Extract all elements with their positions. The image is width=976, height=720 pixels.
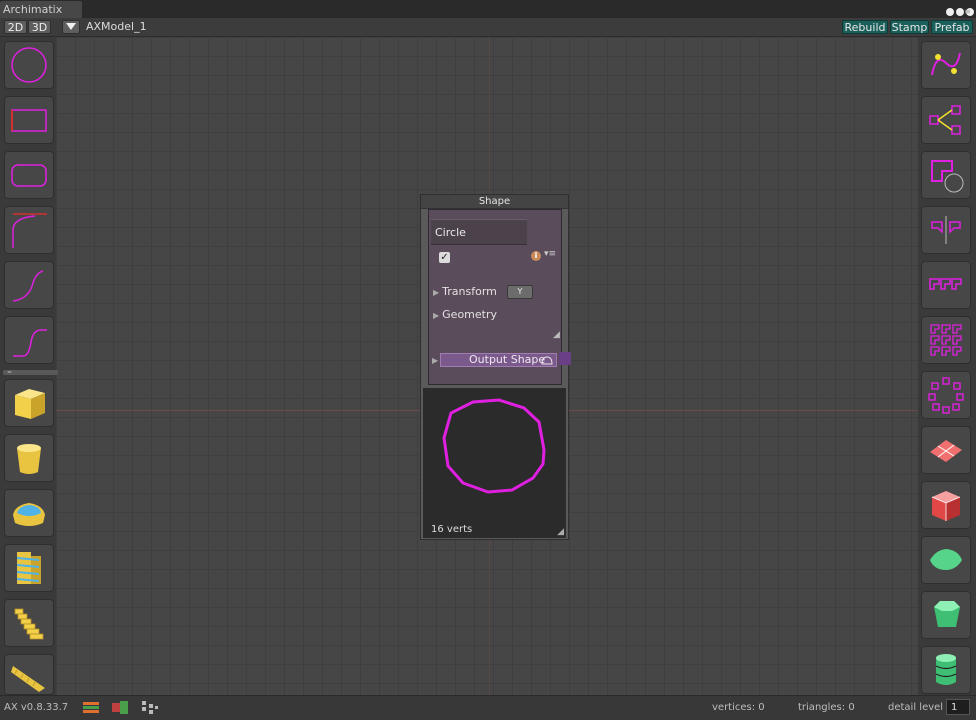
rebuild-button[interactable]: Rebuild (842, 20, 888, 34)
view-2d-button[interactable]: 2D (4, 20, 27, 34)
mirror-icon (931, 216, 961, 244)
shape-merger-button[interactable] (921, 96, 971, 144)
polygon-icon (930, 549, 962, 570)
fillet-curve-icon (12, 213, 47, 248)
triangle-right-icon: ▶ (433, 288, 440, 297)
top-toolbar: 2D 3D AXModel_1 Rebuild Stamp Prefab (0, 18, 976, 37)
node-title[interactable]: Shape (421, 195, 568, 209)
info-icon[interactable]: i (531, 251, 541, 261)
circle-icon (11, 47, 47, 83)
model-name: AXModel_1 (86, 20, 147, 33)
rounded-rectangle-icon (11, 164, 47, 187)
node-menu-icon[interactable]: ▾≡ (544, 249, 556, 259)
resize-grip-icon[interactable]: ◢ (553, 330, 560, 340)
box-icon (15, 389, 45, 419)
stair-icon (14, 608, 44, 640)
export-icon[interactable] (111, 700, 129, 715)
cylinder-mesh-button[interactable] (4, 434, 54, 482)
axis-y-button[interactable]: Y (507, 285, 533, 299)
extrude-mesh-button[interactable] (4, 489, 54, 537)
hierarchy-icon[interactable] (141, 700, 159, 715)
prefab-button[interactable]: Prefab (931, 20, 973, 34)
shape-type-icon (541, 356, 553, 365)
stair-mesh-button[interactable] (4, 599, 54, 647)
output-shape-port[interactable]: Output Shape (440, 353, 557, 367)
cylinder-icon (17, 444, 41, 474)
vertex-count: 16 verts (431, 524, 473, 535)
triangle-down-icon (66, 23, 76, 30)
resize-grip-icon[interactable]: ◢ (557, 527, 564, 537)
ramp-icon (11, 665, 45, 692)
transform-foldout[interactable]: ▶ Transform (433, 285, 497, 298)
prism-mesh-button[interactable] (921, 591, 971, 639)
ramp-mesh-button[interactable] (4, 654, 54, 695)
s-curve-icon (13, 329, 47, 357)
grid-repeater-button[interactable] (921, 316, 971, 364)
shape-offset-icon (931, 160, 964, 193)
version-label: AX v0.8.33.7 (4, 702, 69, 713)
grid-repeater-icon (930, 324, 962, 356)
shape-node[interactable]: Shape Circle ✓ i ▾≡ ▶ Transform Y ▶ Geomet… (420, 194, 571, 540)
status-bar: AX v0.8.33.7 vertices: 0 triangles: 0 de… (0, 695, 976, 720)
arc-curve-icon (12, 270, 44, 302)
output-connector[interactable] (559, 352, 571, 365)
geometry-label: Geometry (442, 308, 498, 321)
cube-mesh-button[interactable] (921, 481, 971, 529)
shape-merger-icon (929, 105, 961, 135)
circle-shape-button[interactable] (4, 41, 54, 89)
stamp-button[interactable]: Stamp (890, 20, 929, 34)
model-dropdown-button[interactable] (62, 20, 80, 34)
linear-repeater-icon (929, 278, 962, 290)
arc-curve-button[interactable] (4, 261, 54, 309)
rectangle-shape-button[interactable] (4, 96, 54, 144)
radial-repeater-button[interactable] (921, 371, 971, 419)
title-bar: Archimatix ≡ (0, 0, 976, 18)
enabled-checkbox[interactable]: ✓ (439, 252, 450, 263)
s-curve-button[interactable] (4, 316, 54, 364)
box-mesh-button[interactable] (4, 379, 54, 427)
triangle-right-icon: ▶ (433, 311, 440, 320)
output-label: Output Shape (469, 353, 546, 366)
node-name-field[interactable]: Circle (431, 219, 527, 245)
stack-icon[interactable] (82, 700, 100, 715)
plane-mesh-button[interactable] (921, 426, 971, 474)
left-tool-palette: = (0, 37, 58, 695)
spline-icon (931, 52, 961, 76)
extrude-icon (13, 503, 45, 526)
right-tool-palette (918, 37, 976, 695)
triangles-count: triangles: 0 (798, 702, 855, 713)
rounded-rectangle-shape-button[interactable] (4, 151, 54, 199)
triangle-right-icon[interactable]: ▶ (432, 356, 438, 365)
palette-divider[interactable]: = (3, 370, 58, 376)
window-tab[interactable]: Archimatix (0, 1, 82, 18)
view-3d-button[interactable]: 3D (28, 20, 51, 34)
floor-stack-icon (16, 552, 41, 584)
geometry-foldout[interactable]: ▶ Geometry (433, 308, 497, 321)
vertices-count: vertices: 0 (712, 702, 765, 713)
circle-preview-graphic (442, 398, 546, 494)
shape-offset-button[interactable] (921, 151, 971, 199)
radial-repeater-icon (928, 377, 964, 414)
detail-level-input[interactable]: 1 (946, 699, 970, 715)
window-title: Archimatix (3, 3, 63, 16)
spline-button[interactable] (921, 41, 971, 89)
floor-stack-button[interactable] (4, 544, 54, 592)
plane-icon (930, 440, 962, 462)
shape-preview: 16 verts ◢ (423, 388, 566, 538)
node-body: Circle ✓ i ▾≡ ▶ Transform Y ▶ Geometry ◢ ▶… (428, 209, 562, 385)
polygon-mesh-button[interactable] (921, 536, 971, 584)
rectangle-icon (11, 109, 47, 132)
cylinder-green-mesh-button[interactable] (921, 646, 971, 694)
window-menu-lines-icon: ≡ (964, 7, 971, 16)
mirror-button[interactable] (921, 206, 971, 254)
green-cylinder-icon (935, 654, 957, 685)
green-prism-icon (934, 601, 960, 627)
linear-repeater-button[interactable] (921, 261, 971, 309)
fillet-curve-button[interactable] (4, 206, 54, 254)
transform-label: Transform (442, 285, 497, 298)
cube-icon (931, 491, 961, 521)
detail-level-label: detail level (888, 702, 944, 713)
